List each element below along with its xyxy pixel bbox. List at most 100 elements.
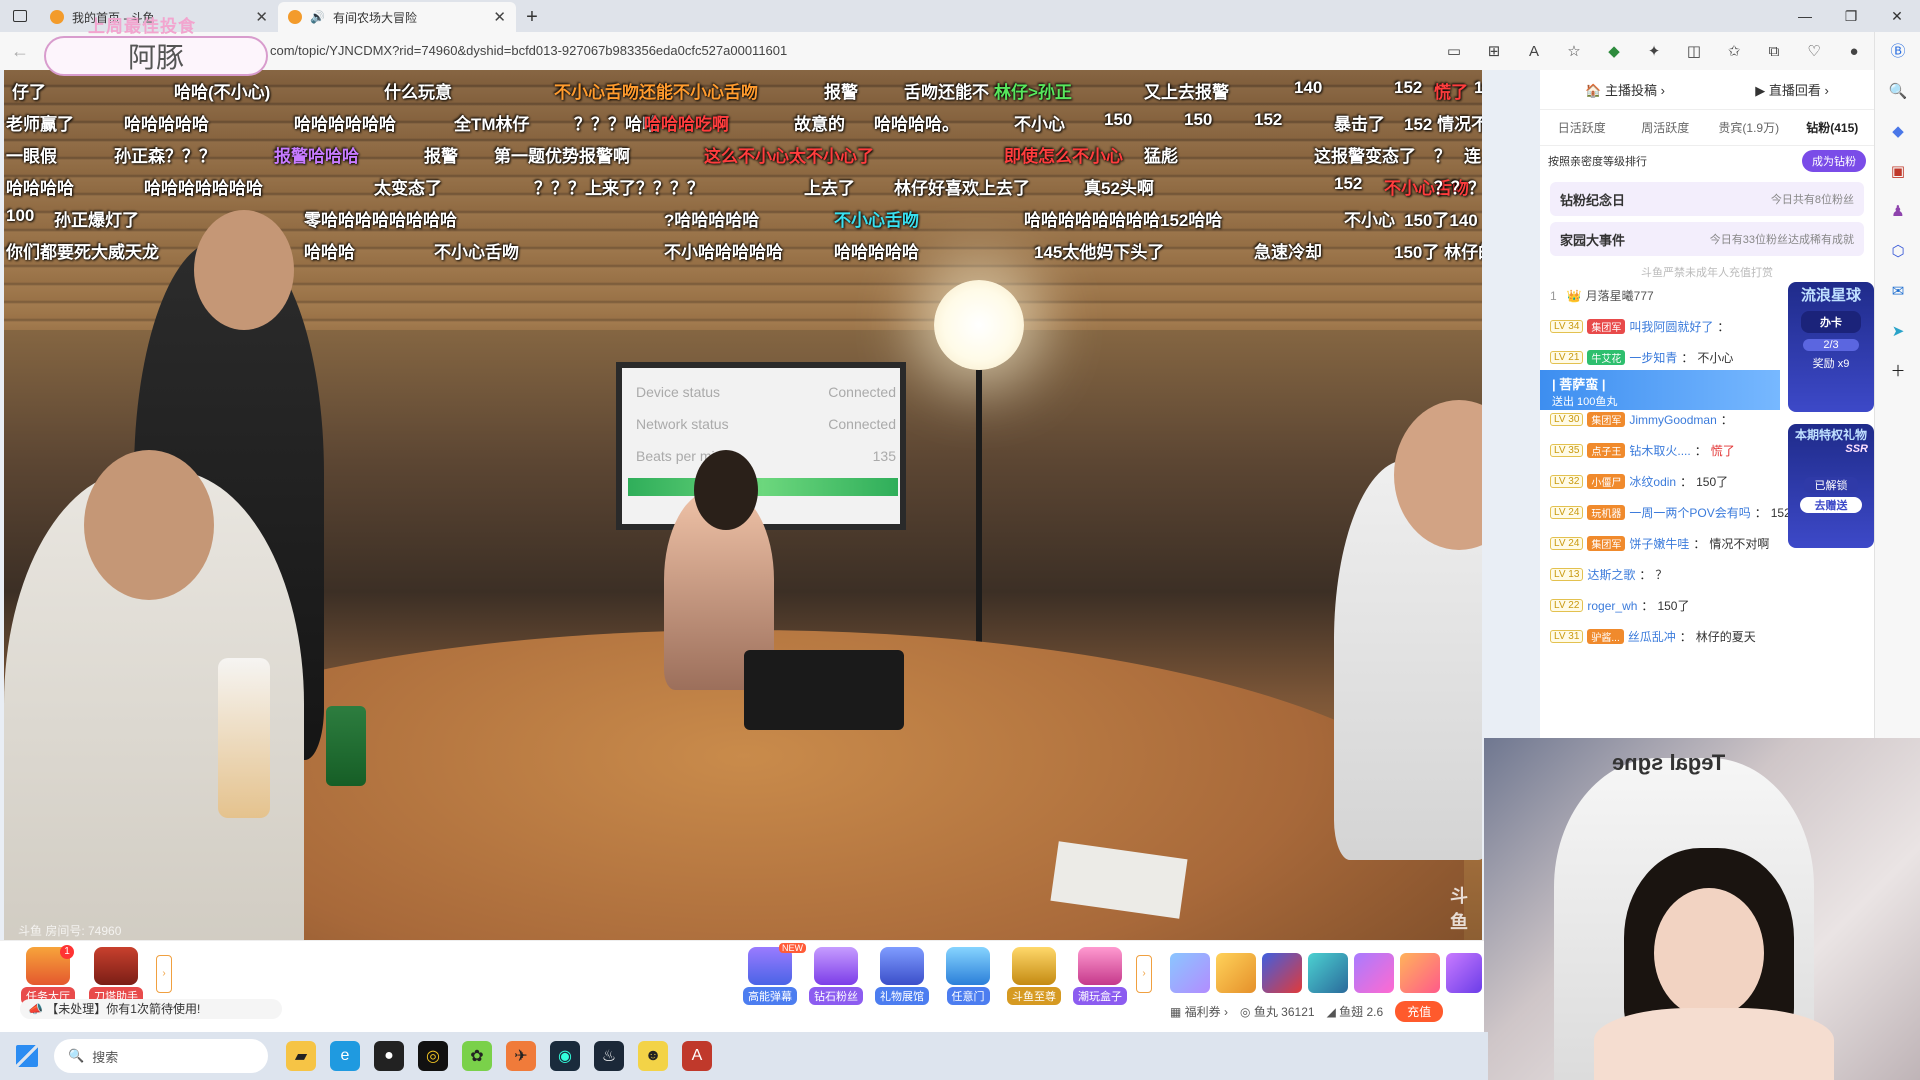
gift-item-3[interactable]	[1262, 953, 1302, 993]
send-icon[interactable]: ➤	[1875, 312, 1920, 352]
search-icon[interactable]: 🔍	[1875, 72, 1920, 112]
edge-browser-icon[interactable]: e	[330, 1041, 360, 1071]
copilot-icon[interactable]: Ⓑ	[1875, 32, 1920, 72]
file-explorer-icon[interactable]: ▰	[286, 1041, 316, 1071]
fan-badge[interactable]: 驴酱...	[1587, 629, 1624, 644]
address-bar: ← com/topic/YJNCDMX?rid=74960&dyshid=bcf…	[0, 32, 1920, 70]
chat-text: 情况不对啊	[1709, 537, 1770, 551]
app-icon[interactable]: ◉	[550, 1041, 580, 1071]
fan-badge[interactable]: 集团军	[1587, 412, 1626, 427]
collections-icon[interactable]: ⧉	[1756, 36, 1792, 66]
chat-username[interactable]: 冰纹odin	[1629, 473, 1676, 490]
card-button[interactable]: 办卡	[1801, 311, 1861, 333]
diamond-fans-button[interactable]: 钻石粉丝	[806, 947, 866, 1005]
read-aloud-icon[interactable]: A	[1516, 36, 1552, 66]
close-tab-icon[interactable]: ✕	[255, 8, 268, 26]
recharge-button[interactable]: 充值	[1395, 1001, 1444, 1022]
replay-link[interactable]: ▶ 直播回看 ›	[1755, 80, 1829, 99]
shopping-icon[interactable]: ▣	[1875, 152, 1920, 192]
gift-item-6[interactable]	[1400, 953, 1440, 993]
extensions-icon[interactable]: ✦	[1636, 36, 1672, 66]
collapse-right-button[interactable]: ›	[1136, 955, 1152, 993]
performance-icon[interactable]: ♡	[1796, 36, 1832, 66]
extension-shield-icon[interactable]: ◆	[1596, 36, 1632, 66]
notice-bar[interactable]: 📣 【未处理】你有1次箭待使用!	[20, 999, 282, 1019]
fan-badge[interactable]: 牛艾花	[1587, 350, 1626, 365]
taskbar-search[interactable]: 🔍 搜索	[54, 1039, 268, 1073]
profile-avatar-icon[interactable]: ●	[1836, 36, 1872, 66]
favorites-icon[interactable]: ✩	[1716, 36, 1752, 66]
app-icon[interactable]: A	[682, 1041, 712, 1071]
gift-item-7[interactable]	[1446, 953, 1482, 993]
chat-username[interactable]: 一步知青	[1629, 349, 1677, 366]
chat-username[interactable]: 钻木取火....	[1629, 442, 1690, 459]
separator: ：	[1717, 320, 1730, 334]
add-sidebar-icon[interactable]: ＋	[1875, 352, 1920, 392]
app-icon[interactable]: ●	[374, 1041, 404, 1071]
fan-badge[interactable]: 点子王	[1587, 443, 1626, 458]
tab-vip[interactable]: 贵宾(1.9万)	[1707, 119, 1791, 136]
outlook-icon[interactable]: ✉	[1875, 272, 1920, 312]
chat-username[interactable]: 饼子嫩牛哇	[1629, 535, 1689, 552]
close-window-icon[interactable]: ✕	[1874, 0, 1920, 32]
back-icon[interactable]: ←	[0, 41, 40, 62]
microsoft365-icon[interactable]: ⬡	[1875, 232, 1920, 272]
audio-playing-icon[interactable]: 🔊	[310, 10, 325, 24]
home-event-card[interactable]: 家园大事件 今日有33位粉丝达成稀有成就	[1550, 222, 1864, 256]
trendy-box-button[interactable]: 潮玩盒子	[1070, 947, 1130, 1005]
close-tab-icon[interactable]: ✕	[493, 8, 506, 26]
new-tab-button[interactable]: +	[516, 2, 548, 32]
windows-start-icon[interactable]	[0, 1032, 54, 1080]
browser-tab-active[interactable]: 🔊 有间农场大冒险 ✕	[278, 2, 516, 32]
dota-helper-button[interactable]: 刀塔助手	[86, 947, 146, 1005]
app-icon[interactable]: ✈	[506, 1041, 536, 1071]
anywhere-door-button[interactable]: 任意门	[938, 947, 998, 1005]
minimize-icon[interactable]: —	[1782, 0, 1828, 32]
rank-user[interactable]: 月落星曦777	[1586, 287, 1654, 304]
chat-username[interactable]: JimmyGoodman	[1629, 413, 1716, 427]
fan-badge[interactable]: 集团军	[1587, 319, 1626, 334]
tab-actions-icon[interactable]	[0, 0, 40, 32]
wandering-planet-widget[interactable]: 流浪星球 办卡 2/3 奖励 x9	[1788, 282, 1874, 412]
chat-username[interactable]: 一周一两个POV会有吗	[1629, 504, 1750, 521]
collapse-left-button[interactable]: ›	[156, 955, 172, 993]
douyu-supreme-button[interactable]: 斗鱼至尊	[1004, 947, 1064, 1005]
app-available-icon[interactable]: ⊞	[1476, 36, 1512, 66]
privilege-gift-widget[interactable]: 本期特权礼物 SSR 已解锁 去赠送	[1788, 424, 1874, 548]
live-video-player[interactable]: Device status Connected Network status Con…	[4, 70, 1482, 940]
chat-username[interactable]: 丝瓜乱冲	[1628, 628, 1676, 645]
fan-badge[interactable]: 小僵尸	[1587, 474, 1626, 489]
games-icon[interactable]: ♟	[1875, 192, 1920, 232]
app-icon[interactable]: ✿	[462, 1041, 492, 1071]
danmaku-message: 152 情况不对啊	[1404, 115, 1482, 134]
tab-diamond-fans[interactable]: 钻粉(415)	[1791, 119, 1875, 136]
gift-item-2[interactable]	[1216, 953, 1256, 993]
gift-item-5[interactable]	[1354, 953, 1394, 993]
streamer-contribute-link[interactable]: 🏠 主播投稿 ›	[1585, 80, 1665, 99]
welfare-coupon-link[interactable]: ▦ 福利券 ›	[1170, 1003, 1228, 1020]
diamond-anniversary-card[interactable]: 钻粉纪念日 今日共有8位粉丝	[1550, 182, 1864, 216]
gift-item-1[interactable]	[1170, 953, 1210, 993]
app-icon[interactable]: ◎	[418, 1041, 448, 1071]
fan-badge[interactable]: 玩机器	[1587, 505, 1626, 520]
task-hall-button[interactable]: 1 任务大厅	[18, 945, 78, 1005]
tab-daily-activity[interactable]: 日活跃度	[1540, 119, 1624, 136]
split-screen-icon[interactable]: ◫	[1676, 36, 1712, 66]
restore-icon[interactable]: ❐	[1828, 0, 1874, 32]
steam-icon[interactable]: ♨	[594, 1041, 624, 1071]
fan-badge[interactable]: 集团军	[1587, 536, 1626, 551]
send-gift-button[interactable]: 去赠送	[1800, 497, 1862, 513]
become-diamond-fan-button[interactable]: 成为钻粉	[1802, 150, 1866, 172]
chat-username[interactable]: 叫我阿圆就好了	[1629, 318, 1713, 335]
url-field[interactable]: com/topic/YJNCDMX?rid=74960&dyshid=bcfd0…	[270, 43, 787, 58]
gift-gallery-button[interactable]: 礼物展馆	[872, 947, 932, 1005]
chat-username[interactable]: roger_wh	[1587, 599, 1637, 613]
gift-item-4[interactable]	[1308, 953, 1348, 993]
high-energy-danmaku-button[interactable]: NEW 高能弹幕	[740, 943, 806, 1005]
tab-weekly-activity[interactable]: 周活跃度	[1624, 119, 1708, 136]
favorite-star-icon[interactable]: ☆	[1556, 36, 1592, 66]
tag-icon[interactable]: ◆	[1875, 112, 1920, 152]
reader-view-icon[interactable]: ▭	[1436, 36, 1472, 66]
chat-username[interactable]: 达斯之歌	[1587, 566, 1635, 583]
app-icon[interactable]: ☻	[638, 1041, 668, 1071]
